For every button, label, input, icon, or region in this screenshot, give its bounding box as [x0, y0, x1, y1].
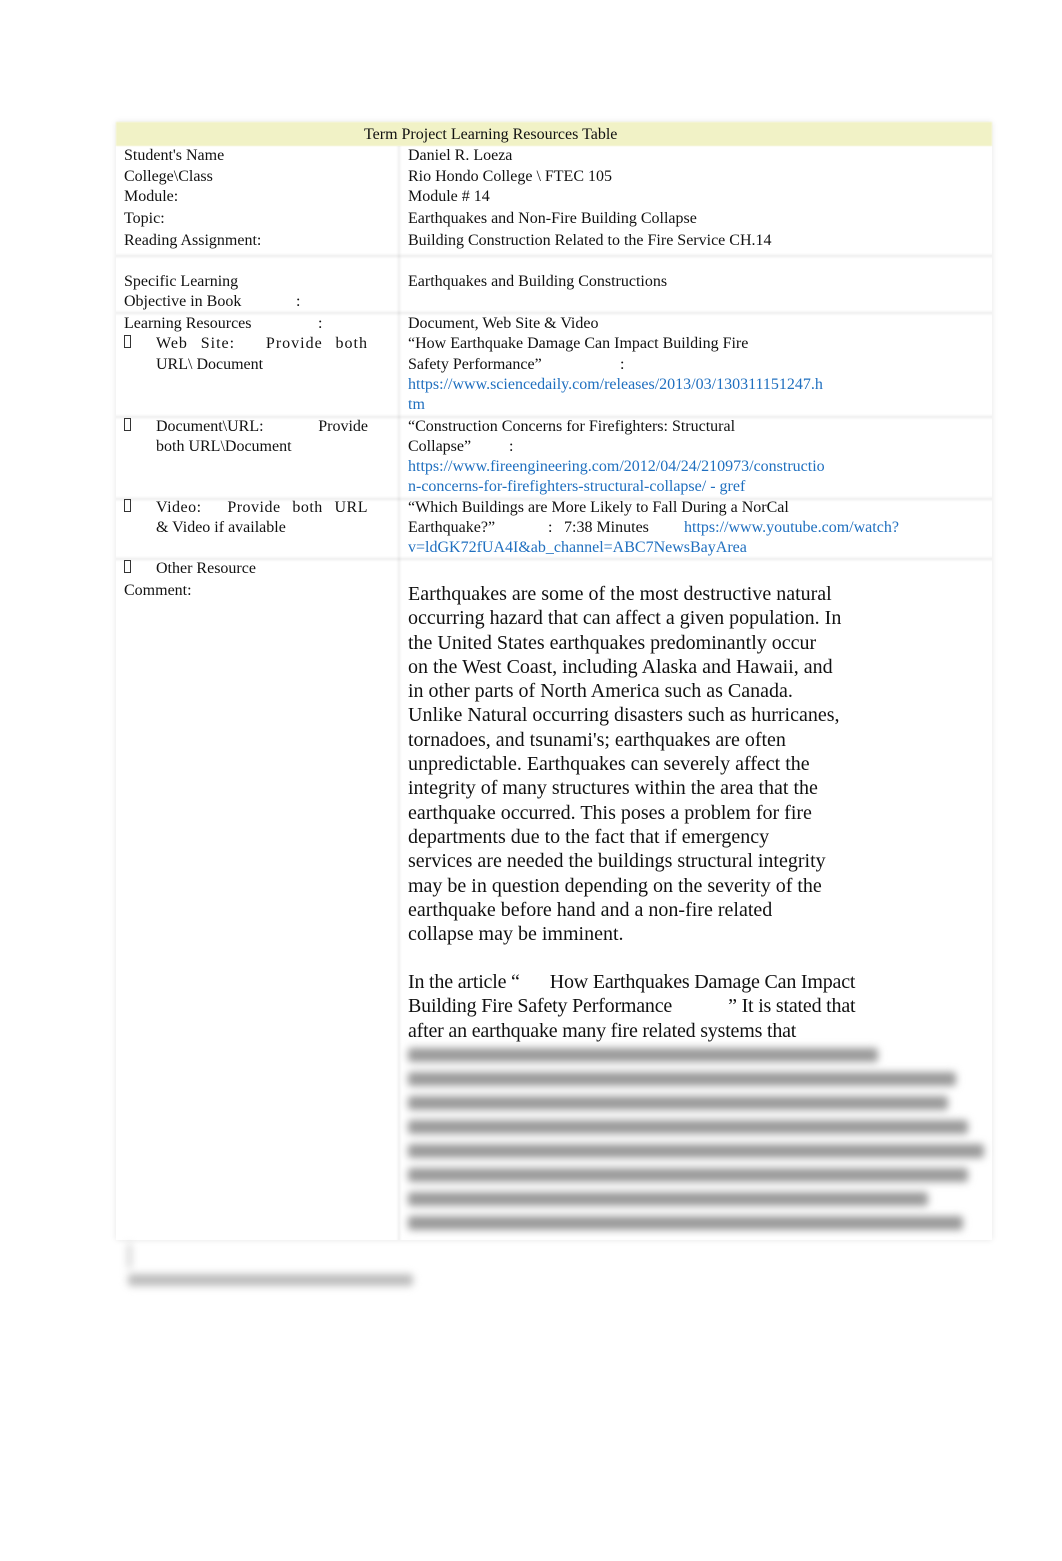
reading-assignment-label: Reading Assignment:: [124, 232, 262, 249]
topic-value: Earthquakes and Non-Fire Building Collap…: [408, 210, 697, 227]
article-title-line2: Building Fire Safety Performance: [408, 995, 673, 1018]
bullet-icon: [124, 417, 131, 437]
document-page: Term Project Learning Resources Table St…: [0, 0, 1062, 1561]
video-label-line2: & Video if available: [156, 519, 286, 536]
learning-resources-colon: :: [318, 315, 323, 332]
video-url-line1[interactable]: https://www.youtube.com/watch?: [684, 518, 899, 538]
objective-label-line1: Specific Learning: [124, 273, 239, 290]
video-title-line1: “Which Buildings are More Likely to Fall…: [408, 499, 789, 516]
topic-label: Topic:: [124, 210, 165, 227]
student-name-value: Daniel R. Loeza: [408, 147, 513, 164]
college-class-label: College\Class: [124, 168, 213, 185]
website-label-line2: URL\ Document: [156, 356, 264, 373]
website-colon: :: [620, 356, 625, 373]
bullet-icon: [124, 559, 131, 579]
website-label-line1: Web Site: Provide both: [156, 335, 368, 352]
bullet-icon: [124, 334, 131, 354]
table-title: Term Project Learning Resources Table: [364, 126, 618, 143]
website-title-line2: Safety Performance”: [408, 356, 542, 373]
blurred-preview-text: [408, 1042, 986, 1238]
learning-resources-label: Learning Resources: [124, 315, 252, 332]
row-separator: [116, 253, 992, 259]
video-title-line2: Earthquake?”: [408, 519, 496, 536]
document-label-line2: both URL\Document: [156, 438, 292, 455]
module-label: Module:: [124, 188, 179, 205]
document-url-line2[interactable]: n-concerns-for-firefighters-structural-c…: [408, 477, 745, 497]
student-name-label: Student's Name: [124, 147, 225, 164]
objective-value: Earthquakes and Building Constructions: [408, 273, 668, 290]
website-title-line1: “How Earthquake Damage Can Impact Buildi…: [408, 335, 749, 352]
website-url-line2[interactable]: tm: [408, 395, 425, 415]
document-label-line1: Document\URL: Provide: [156, 418, 368, 435]
document-title-line1: “Construction Concerns for Firefighters:…: [408, 418, 736, 435]
college-class-value: Rio Hondo College \ FTEC 105: [408, 168, 612, 185]
blurred-footer: [122, 1240, 422, 1300]
other-resource-label: Other Resource: [156, 560, 256, 577]
bullet-icon: [124, 498, 131, 518]
reading-assignment-value: Building Construction Related to the Fir…: [408, 232, 772, 249]
comment-label: Comment:: [124, 582, 192, 599]
objective-label-colon: :: [296, 293, 301, 310]
document-url-line1[interactable]: https://www.fireengineering.com/2012/04/…: [408, 457, 825, 477]
article-title-line1: How Earthquakes Damage Can Impact: [549, 971, 856, 993]
comment-paragraph-1: Earthquakes are some of the most destruc…: [408, 583, 842, 946]
video-url-line2[interactable]: v=ldGK72fUA4I&ab_channel=ABC7NewsBayArea: [408, 538, 747, 558]
video-label-line1: Video: Provide both URL: [156, 499, 368, 516]
video-colon: :: [548, 519, 553, 536]
website-url-line1[interactable]: https://www.sciencedaily.com/releases/20…: [408, 375, 823, 395]
learning-resources-value: Document, Web Site & Video: [408, 315, 599, 332]
document-title-line2: Collapse”: [408, 438, 472, 455]
video-duration: 7:38 Minutes: [564, 519, 649, 536]
comment-paragraph-2: In the article “How Earthquakes Damage C…: [408, 971, 856, 1042]
objective-label-line2: Objective in Book: [124, 293, 242, 310]
learning-resources-table: Term Project Learning Resources Table St…: [116, 122, 992, 1240]
module-value: Module # 14: [408, 188, 490, 205]
document-colon: :: [509, 438, 514, 455]
